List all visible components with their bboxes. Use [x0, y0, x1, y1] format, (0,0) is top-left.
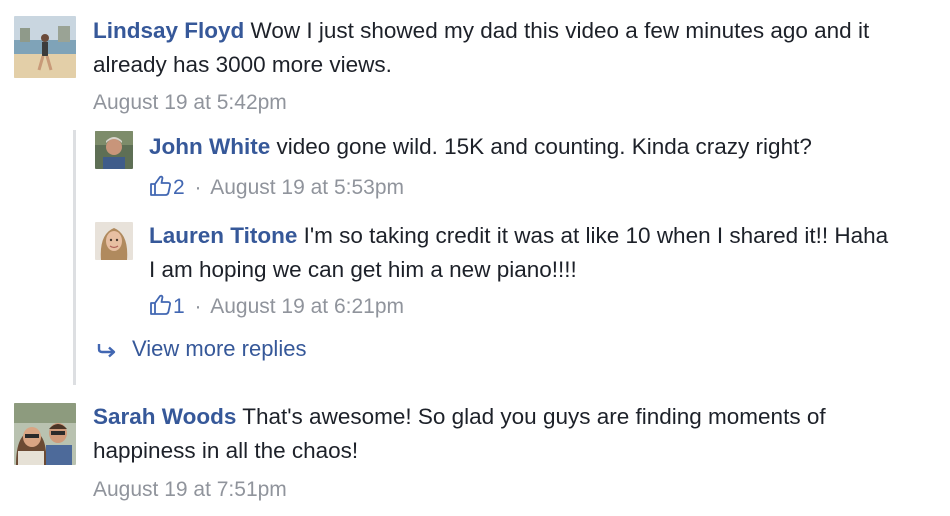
comment-meta: August 19 at 7:51pm	[93, 477, 287, 503]
reply-author[interactable]: Lauren Titone	[149, 223, 297, 248]
reply-thread-line	[73, 130, 76, 385]
thumbs-up-icon	[150, 175, 171, 196]
reply-timestamp[interactable]: August 19 at 6:21pm	[210, 295, 404, 318]
comment-author[interactable]: Lindsay Floyd	[93, 18, 244, 43]
view-more-replies-link[interactable]: View more replies	[96, 336, 306, 362]
view-more-label: View more replies	[132, 336, 307, 361]
comment-body: Sarah Woods That's awesome! So glad you …	[93, 400, 913, 468]
like-count-value: 1	[173, 295, 185, 318]
meta-separator: ·	[194, 295, 202, 318]
reply-arrow-icon	[97, 344, 116, 358]
reply-meta: 1 · August 19 at 6:21pm	[149, 293, 404, 320]
comment-body: Lindsay Floyd Wow I just showed my dad t…	[93, 14, 933, 82]
reply-text: video gone wild. 15K and counting. Kinda…	[276, 134, 812, 159]
reply-meta: 2 · August 19 at 5:53pm	[149, 174, 404, 201]
avatar[interactable]	[14, 16, 76, 78]
avatar[interactable]	[14, 403, 76, 465]
thumbs-up-icon	[150, 294, 171, 315]
avatar[interactable]	[95, 131, 133, 169]
comment-timestamp[interactable]: August 19 at 5:42pm	[93, 91, 287, 114]
reply-body: Lauren Titone I'm so taking credit it wa…	[149, 219, 899, 287]
reply-timestamp[interactable]: August 19 at 5:53pm	[210, 176, 404, 199]
comment-timestamp[interactable]: August 19 at 7:51pm	[93, 478, 287, 501]
reply-author[interactable]: John White	[149, 134, 270, 159]
comment-author[interactable]: Sarah Woods	[93, 404, 236, 429]
avatar[interactable]	[95, 222, 133, 260]
like-count[interactable]: 1	[149, 294, 191, 318]
reply-body: John White video gone wild. 15K and coun…	[149, 131, 929, 163]
like-count[interactable]: 2	[149, 175, 191, 199]
meta-separator: ·	[194, 176, 202, 199]
comment-meta: August 19 at 5:42pm	[93, 90, 287, 116]
like-count-value: 2	[173, 176, 185, 199]
